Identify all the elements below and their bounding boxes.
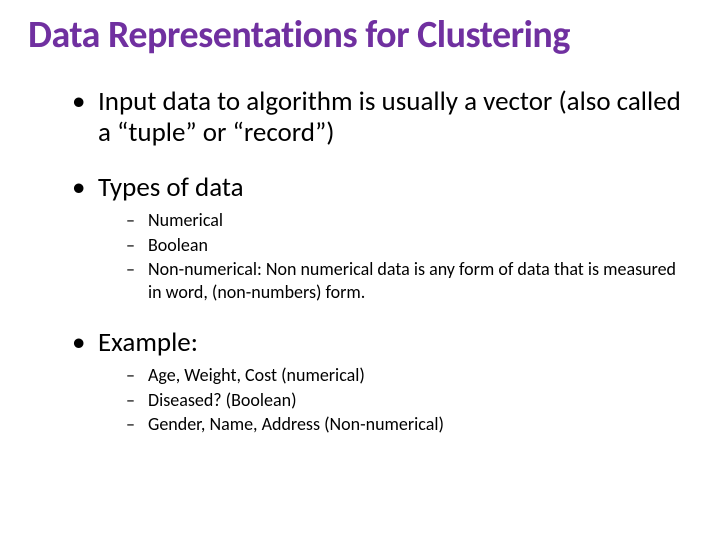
bullet-item: Example: Age, Weight, Cost (numerical) D… <box>68 327 692 436</box>
sub-bullet-list: Age, Weight, Cost (numerical) Diseased? … <box>126 364 692 436</box>
sub-bullet-text: Boolean <box>148 234 208 256</box>
sub-bullet-item: Gender, Name, Address (Non-numerical) <box>126 413 692 436</box>
sub-bullet-item: Numerical <box>126 209 692 232</box>
bullet-text: Input data to algorithm is usually a vec… <box>98 85 681 149</box>
bullet-item: Input data to algorithm is usually a vec… <box>68 86 692 148</box>
bullet-item: Types of data Numerical Boolean Non-nume… <box>68 172 692 303</box>
sub-bullet-item: Non-numerical: Non numerical data is any… <box>126 258 692 303</box>
slide-title: Data Representations for Clustering <box>28 12 692 58</box>
sub-bullet-text: Age, Weight, Cost (numerical) <box>148 364 365 386</box>
sub-bullet-item: Diseased? (Boolean) <box>126 389 692 412</box>
sub-bullet-text: Gender, Name, Address (Non-numerical) <box>148 413 444 435</box>
sub-bullet-text: Numerical <box>148 209 223 231</box>
bullet-text: Example: <box>98 326 198 359</box>
sub-bullet-item: Boolean <box>126 234 692 257</box>
sub-bullet-item: Age, Weight, Cost (numerical) <box>126 364 692 387</box>
sub-bullet-text: Diseased? (Boolean) <box>148 389 297 411</box>
bullet-list: Input data to algorithm is usually a vec… <box>68 86 692 436</box>
sub-bullet-list: Numerical Boolean Non-numerical: Non num… <box>126 209 692 303</box>
sub-bullet-text: Non-numerical: Non numerical data is any… <box>148 258 676 303</box>
bullet-text: Types of data <box>98 171 244 204</box>
slide: Data Representations for Clustering Inpu… <box>0 0 720 540</box>
